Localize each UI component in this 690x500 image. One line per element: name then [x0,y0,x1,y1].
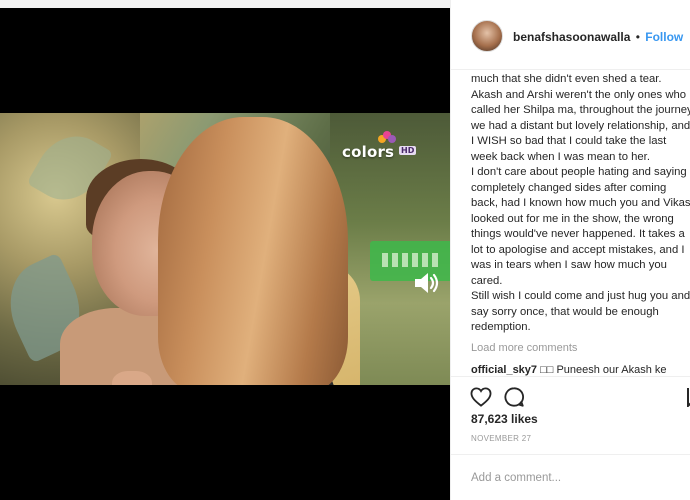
channel-logo: colors HD [342,131,422,163]
volume-icon[interactable] [413,271,441,295]
person-hair-back [158,117,348,385]
separator-dot: • [635,30,640,44]
add-comment-input[interactable] [471,469,681,487]
media-top-strip [0,0,450,8]
caption-paragraph: Still wish I could come and just hug you… [471,290,690,333]
load-more-comments-link[interactable]: Load more comments [471,342,577,354]
post-caption: much that she didn't even shed a tear. A… [471,72,690,336]
header-line: benafshasoonawalla • Follow [513,30,683,44]
comment-username[interactable]: official_sky7 [471,364,537,376]
comment-icon[interactable] [503,386,525,408]
channel-logo-badge: HD [399,146,417,155]
caption-paragraph: Akash and Arshi weren't the only ones wh… [471,88,690,163]
post-date: NOVEMBER 27 [471,434,532,443]
post-media[interactable]: colors HD [0,0,450,500]
post-actions: 87,623 likes NOVEMBER 27 [451,376,690,500]
video-frame[interactable]: colors HD [0,113,450,385]
post-details-panel: benafshasoonawalla • Follow much that sh… [450,0,690,500]
channel-logo-wordmark: colors [342,143,395,161]
post-header: benafshasoonawalla • Follow [451,0,690,70]
comment-row: official_sky7 □□ Puneesh our Akash ke [471,364,690,376]
comment-text: □□ Puneesh our Akash ke [537,364,667,376]
avatar[interactable] [471,20,503,52]
caption-paragraph: I don't care about people hating and say… [471,166,690,287]
username-link[interactable]: benafshasoonawalla [513,30,630,44]
heart-icon[interactable] [470,387,492,407]
person-hand [112,371,152,385]
add-comment-section [451,454,690,500]
caption-paragraph: much that she didn't even shed a tear. [471,73,662,85]
channel-logo-flower [378,131,396,143]
follow-button[interactable]: Follow [645,30,683,44]
scene-sign-text [382,253,442,267]
like-count[interactable]: 87,623 likes [471,412,538,426]
